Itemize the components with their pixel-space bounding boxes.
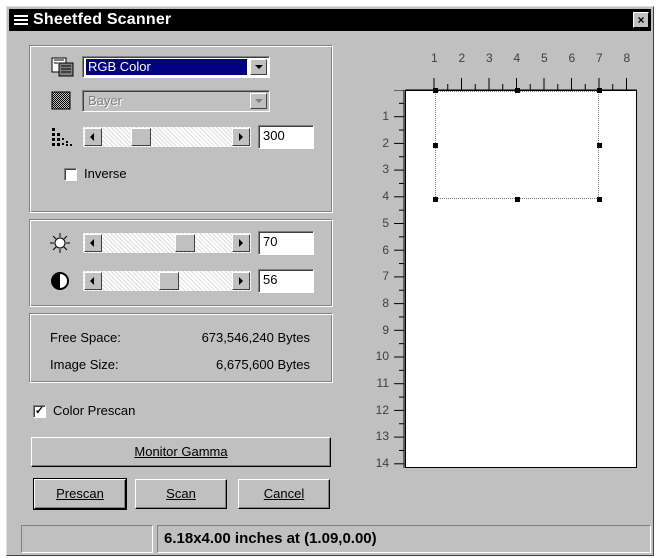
color-mode-icon [51, 57, 74, 77]
scroll-left-icon[interactable] [84, 128, 102, 146]
chevron-down-icon[interactable] [250, 59, 267, 75]
scan-preview-area[interactable] [405, 88, 637, 468]
selection-handle-e[interactable] [597, 143, 602, 148]
left-ruler-number: 4 [382, 189, 389, 204]
inverse-label: Inverse [84, 166, 127, 181]
left-ruler-number: 12 [375, 402, 389, 417]
top-ruler-number: 5 [541, 51, 548, 65]
free-space-label: Free Space: [50, 330, 121, 345]
title-bar[interactable]: Sheetfed Scanner × [9, 9, 651, 31]
inverse-checkbox[interactable] [64, 168, 77, 181]
monitor-gamma-button[interactable]: Monitor Gamma [31, 437, 331, 467]
brightness-slider-thumb[interactable] [175, 234, 195, 252]
chevron-down-icon [250, 93, 267, 109]
top-ruler-number: 8 [623, 51, 631, 65]
selection-handle-s[interactable] [515, 197, 520, 202]
top-ruler-number: 4 [513, 51, 521, 65]
monitor-gamma-label: Monitor Gamma [134, 444, 228, 459]
window-title: Sheetfed Scanner [33, 11, 172, 28]
prescan-label: Prescan [56, 486, 104, 501]
status-pane-main: 6.18x4.00 inches at (1.09,0.00) [157, 525, 651, 553]
scan-label: Scan [166, 486, 196, 501]
selection-handle-w[interactable] [433, 143, 438, 148]
image-size-label: Image Size: [50, 357, 119, 372]
scroll-right-icon[interactable] [232, 234, 250, 252]
scan-selection-rect[interactable] [435, 91, 599, 199]
left-ruler-number: 1 [382, 109, 389, 123]
brightness-field[interactable]: 70 [258, 231, 314, 255]
contrast-slider[interactable] [82, 270, 252, 292]
left-ruler-number: 5 [382, 215, 389, 230]
contrast-field[interactable]: 56 [258, 269, 314, 293]
adjustments-group: 70 56 [29, 219, 333, 307]
info-group: Free Space: 673,546,240 Bytes Image Size… [29, 313, 333, 383]
status-pane-left [21, 525, 153, 553]
free-space-value: 673,546,240 Bytes [201, 330, 310, 345]
resolution-slider[interactable] [82, 126, 252, 148]
resolution-icon [52, 128, 72, 146]
top-ruler-number: 2 [458, 51, 466, 65]
left-ruler-number: 6 [382, 242, 389, 257]
cancel-button[interactable]: Cancel [238, 479, 330, 509]
scroll-left-icon[interactable] [84, 272, 102, 290]
left-ruler-number: 9 [382, 322, 389, 337]
status-text: 6.18x4.00 inches at (1.09,0.00) [164, 530, 377, 547]
cancel-label: Cancel [263, 486, 305, 501]
left-ruler-number: 3 [382, 162, 389, 177]
contrast-icon [51, 272, 69, 290]
scanner-dialog: Sheetfed Scanner × RGB Color Bayer 300 I… [6, 6, 654, 556]
left-ruler-number: 8 [382, 295, 389, 310]
selection-handle-se[interactable] [597, 197, 602, 202]
close-button[interactable]: × [633, 12, 649, 28]
contrast-slider-thumb[interactable] [159, 272, 179, 290]
image-settings-group: RGB Color Bayer 300 Inverse [29, 45, 333, 213]
color-prescan-checkbox[interactable]: ✓ [33, 405, 46, 418]
scroll-right-icon[interactable] [232, 128, 250, 146]
left-ruler-number: 13 [375, 429, 389, 444]
system-menu-icon[interactable] [14, 15, 28, 25]
top-ruler-number: 1 [431, 51, 438, 65]
color-mode-select[interactable]: RGB Color [82, 56, 270, 78]
color-prescan-label: Color Prescan [53, 403, 136, 418]
prescan-button[interactable]: Prescan [33, 478, 127, 510]
top-ruler-number: 6 [568, 51, 576, 65]
brightness-icon [50, 233, 70, 253]
selection-handle-ne[interactable] [597, 88, 602, 93]
scroll-left-icon[interactable] [84, 234, 102, 252]
resolution-slider-thumb[interactable] [131, 128, 151, 146]
left-ruler-number: 11 [376, 376, 389, 390]
selection-handle-nw[interactable] [433, 88, 438, 93]
selection-handle-sw[interactable] [433, 197, 438, 202]
halftone-value: Bayer [88, 93, 122, 108]
scroll-right-icon[interactable] [232, 272, 250, 290]
left-ruler-number: 2 [382, 135, 389, 150]
scan-button[interactable]: Scan [135, 479, 227, 509]
halftone-select: Bayer [82, 90, 270, 112]
selection-handle-n[interactable] [515, 88, 520, 93]
resolution-field[interactable]: 300 [258, 125, 314, 149]
image-size-value: 6,675,600 Bytes [216, 357, 310, 372]
brightness-slider[interactable] [82, 232, 252, 254]
halftone-pattern-icon [51, 91, 71, 110]
top-ruler-number: 7 [596, 51, 603, 65]
left-ruler-number: 14 [375, 456, 389, 471]
color-mode-value: RGB Color [86, 59, 247, 75]
left-ruler-number: 10 [375, 349, 389, 364]
left-ruler-number: 7 [382, 269, 389, 284]
top-ruler-number: 3 [486, 51, 493, 65]
